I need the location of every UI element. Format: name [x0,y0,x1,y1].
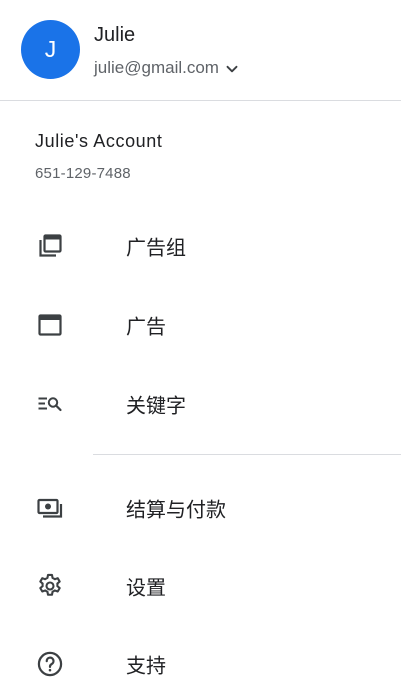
menu-item-label: 设置 [126,575,166,600]
menu-item-ad-groups[interactable]: 广告组 [0,218,401,274]
account-switcher-header: J Julie julie@gmail.com [0,0,401,101]
account-drawer: J Julie julie@gmail.com Julie's Account … [0,0,401,686]
account-phone: 651-129-7488 [35,165,131,182]
menu-item-billing[interactable]: 结算与付款 [0,480,401,536]
avatar-initial: J [44,36,57,62]
account-name: Julie's Account [35,131,163,151]
menu-item-label: 广告 [126,314,166,339]
menu-item-settings[interactable]: 设置 [0,558,401,614]
keywords-icon [36,390,64,418]
avatar[interactable]: J [21,20,80,79]
menu-item-label: 关键字 [126,393,186,418]
help-icon [36,650,64,678]
ads-icon [36,311,64,339]
section-divider [93,454,401,455]
menu-item-label: 支持 [126,653,166,678]
user-email: julie@gmail.com [94,58,219,77]
billing-icon [36,494,64,522]
header-divider [0,100,401,101]
menu-item-label: 广告组 [126,235,186,260]
ad-groups-icon [36,232,64,260]
menu-item-support[interactable]: 支持 [0,636,401,686]
settings-icon [36,572,64,600]
menu-item-ads[interactable]: 广告 [0,297,401,353]
account-switcher-dropdown[interactable]: julie@gmail.com [94,57,239,79]
menu-item-keywords[interactable]: 关键字 [0,376,401,432]
chevron-down-icon [226,65,238,73]
user-name: Julie [94,24,136,46]
menu-item-label: 结算与付款 [126,497,226,522]
